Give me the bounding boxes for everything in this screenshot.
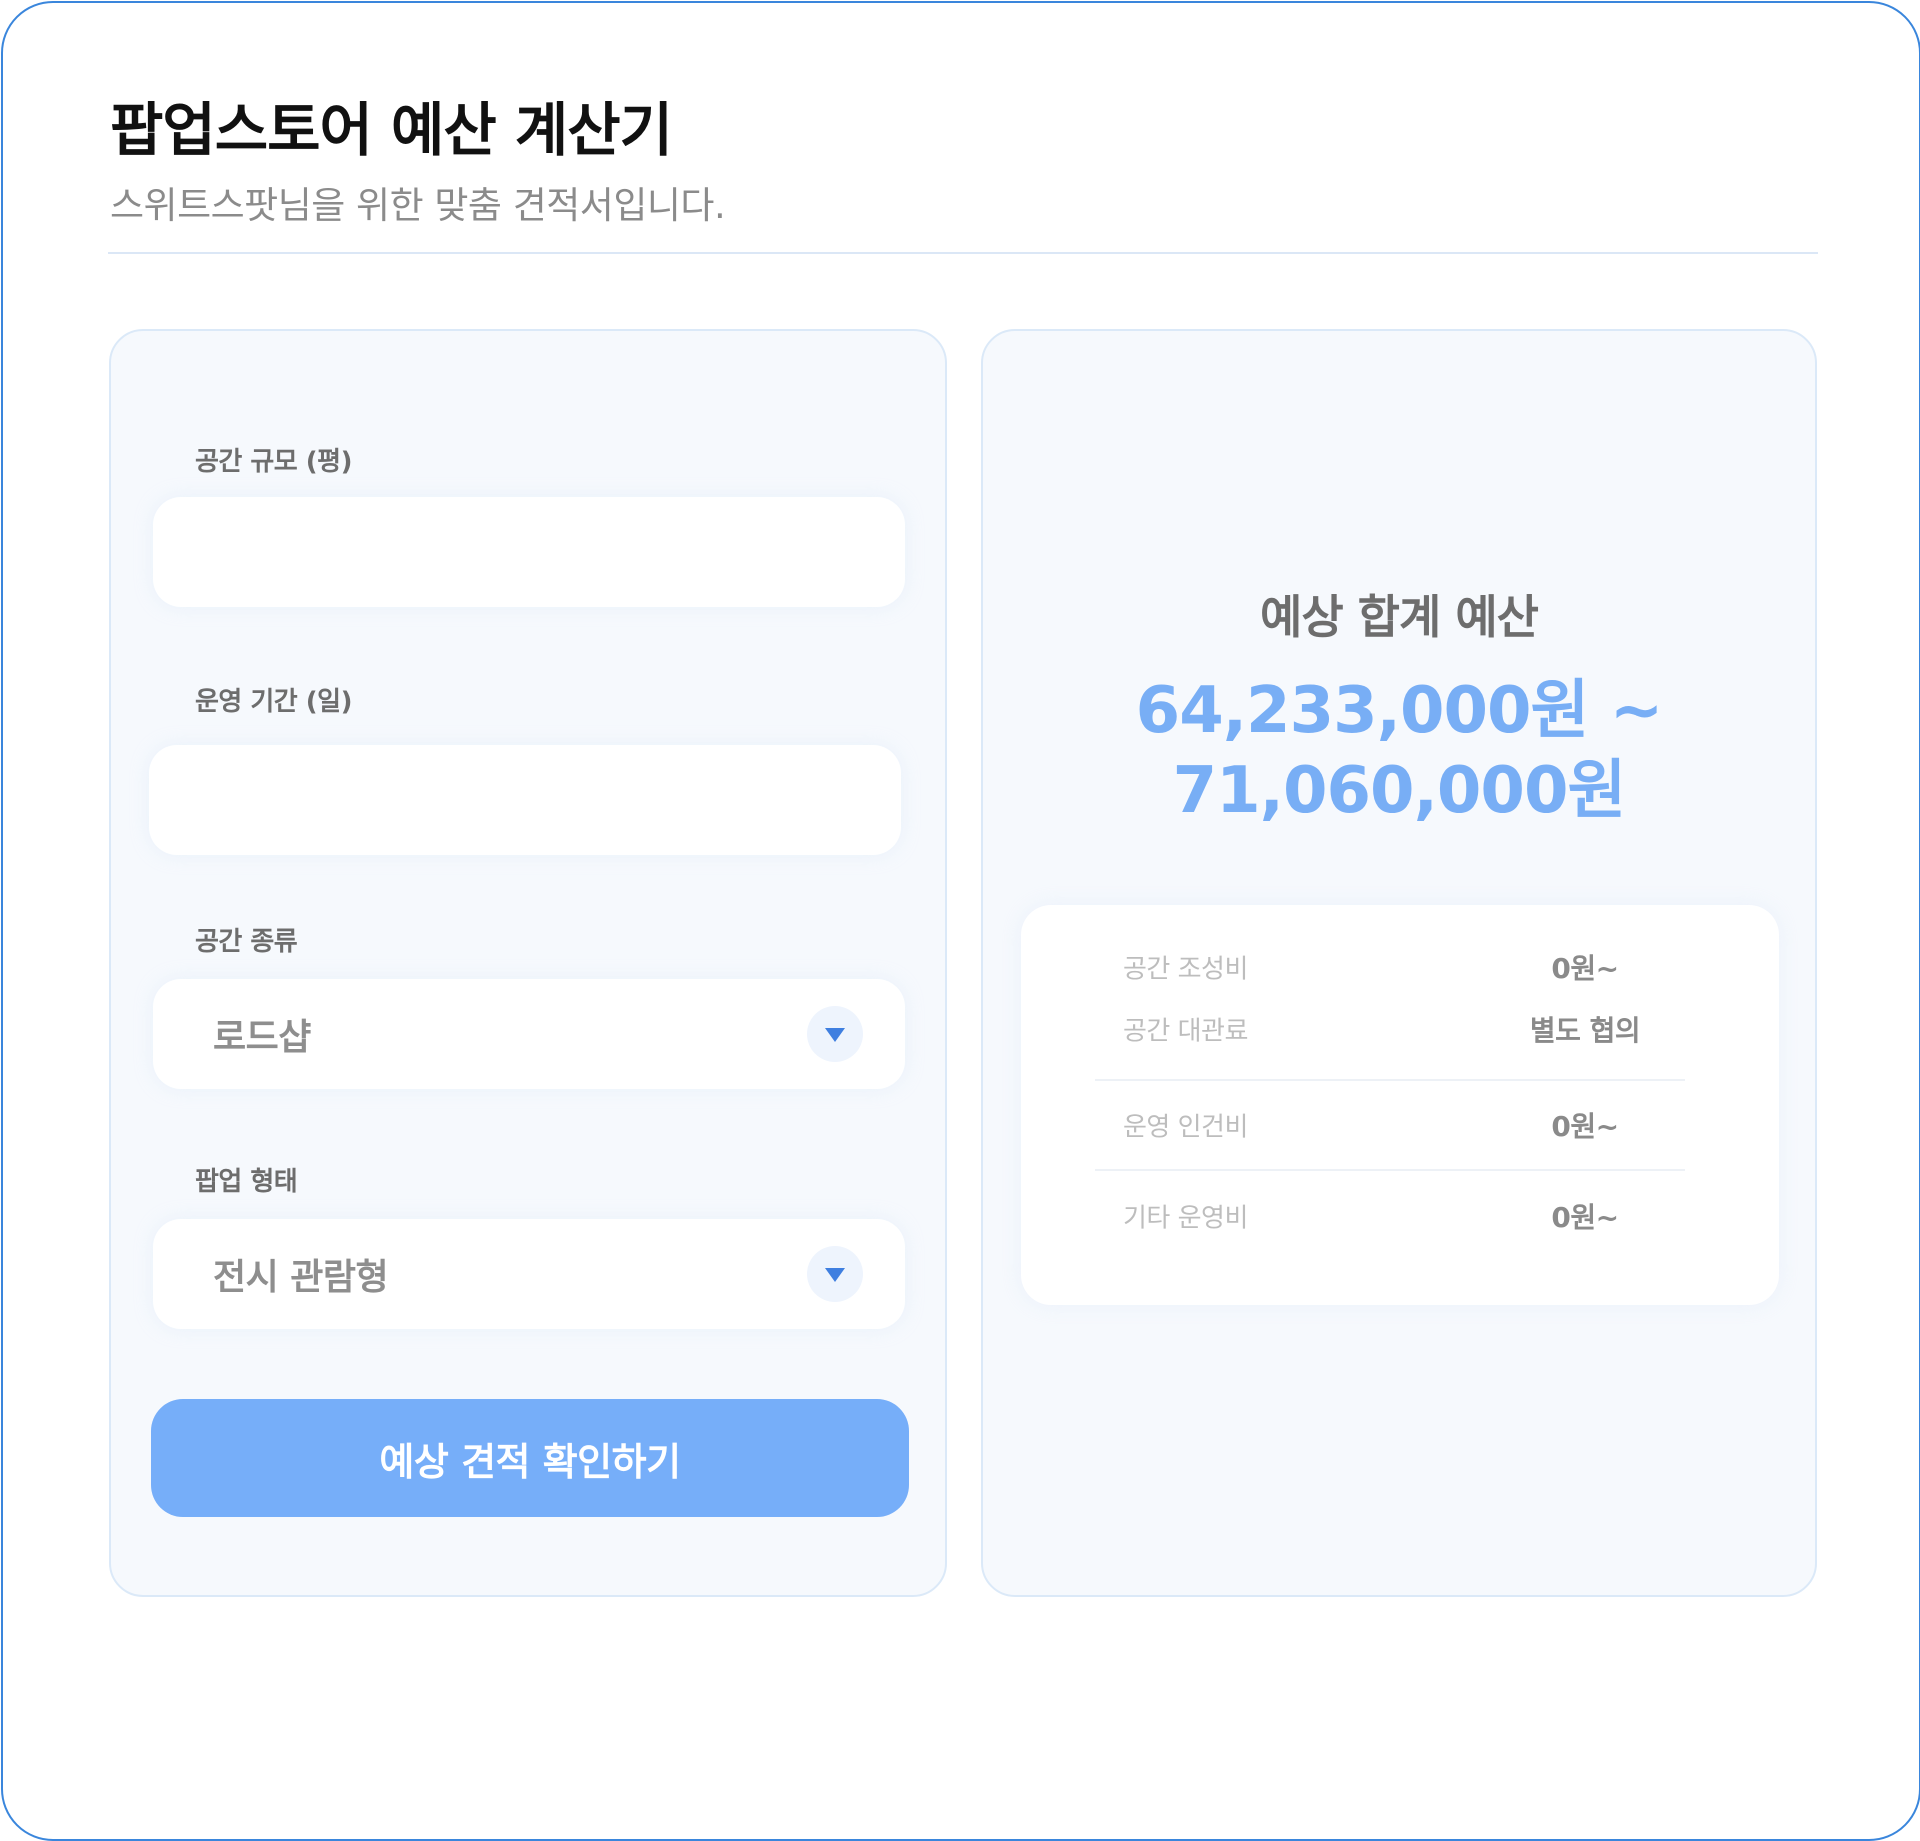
chevron-down-icon[interactable]: [807, 1246, 863, 1302]
breakdown-row-other: 기타 운영비 0원~: [1095, 1181, 1685, 1251]
page-header: 팝업스토어 예산 계산기 스위트스팟님을 위한 맞춤 견적서입니다.: [110, 95, 1818, 229]
popup-type-label: 팝업 형태: [195, 1167, 298, 1197]
breakdown-label: 운영 인건비: [1123, 1112, 1248, 1143]
breakdown-value: 0원~: [1551, 1201, 1619, 1234]
page-subtitle: 스위트스팟님을 위한 맞춤 견적서입니다.: [110, 184, 726, 227]
space-size-input[interactable]: [153, 497, 905, 607]
page-title: 팝업스토어 예산 계산기: [110, 96, 673, 164]
budget-form-panel: 공간 규모 (평) 운영 기간 (일) 공간 종류 로드샵 팝업 형태 전시 관…: [109, 329, 947, 1597]
budget-result-panel: 예상 합계 예산 64,233,000원 ~ 71,060,000원 공간 조성…: [981, 329, 1817, 1597]
result-title: 예상 합계 예산: [1260, 590, 1539, 644]
breakdown-label: 기타 운영비: [1123, 1203, 1248, 1234]
breakdown-value: 0원~: [1551, 1110, 1619, 1143]
breakdown-row-rental: 공간 대관료 별도 협의: [1095, 1001, 1685, 1081]
space-type-value: 로드샵: [213, 1017, 311, 1058]
breakdown-label: 공간 조성비: [1123, 954, 1248, 985]
space-type-label: 공간 종류: [195, 927, 298, 957]
breakdown-value: 0원~: [1551, 952, 1619, 985]
space-type-select[interactable]: 로드샵: [153, 979, 905, 1089]
app-window: 팝업스토어 예산 계산기 스위트스팟님을 위한 맞춤 견적서입니다. 공간 규모…: [1, 1, 1920, 1841]
total-budget-amount: 64,233,000원 ~ 71,060,000원: [983, 671, 1815, 831]
breakdown-row-construction: 공간 조성비 0원~: [1095, 937, 1685, 997]
header-divider: [108, 252, 1818, 254]
total-budget-min: 64,233,000원 ~: [1135, 674, 1664, 748]
operation-period-input[interactable]: [149, 745, 901, 855]
breakdown-label: 공간 대관료: [1123, 1016, 1248, 1047]
popup-type-value: 전시 관람형: [213, 1257, 389, 1298]
estimate-submit-button[interactable]: 예상 견적 확인하기: [151, 1399, 909, 1517]
popup-type-select[interactable]: 전시 관람형: [153, 1219, 905, 1329]
total-budget-max: 71,060,000원: [1172, 754, 1627, 828]
breakdown-row-staffing: 운영 인건비 0원~: [1095, 1081, 1685, 1171]
breakdown-value: 별도 협의: [1529, 1014, 1641, 1048]
operation-period-label: 운영 기간 (일): [195, 687, 352, 717]
cost-breakdown: 공간 조성비 0원~ 공간 대관료 별도 협의 운영 인건비 0원~ 기타 운영…: [1021, 905, 1779, 1305]
chevron-down-icon[interactable]: [807, 1006, 863, 1062]
space-size-label: 공간 규모 (평): [195, 447, 352, 477]
